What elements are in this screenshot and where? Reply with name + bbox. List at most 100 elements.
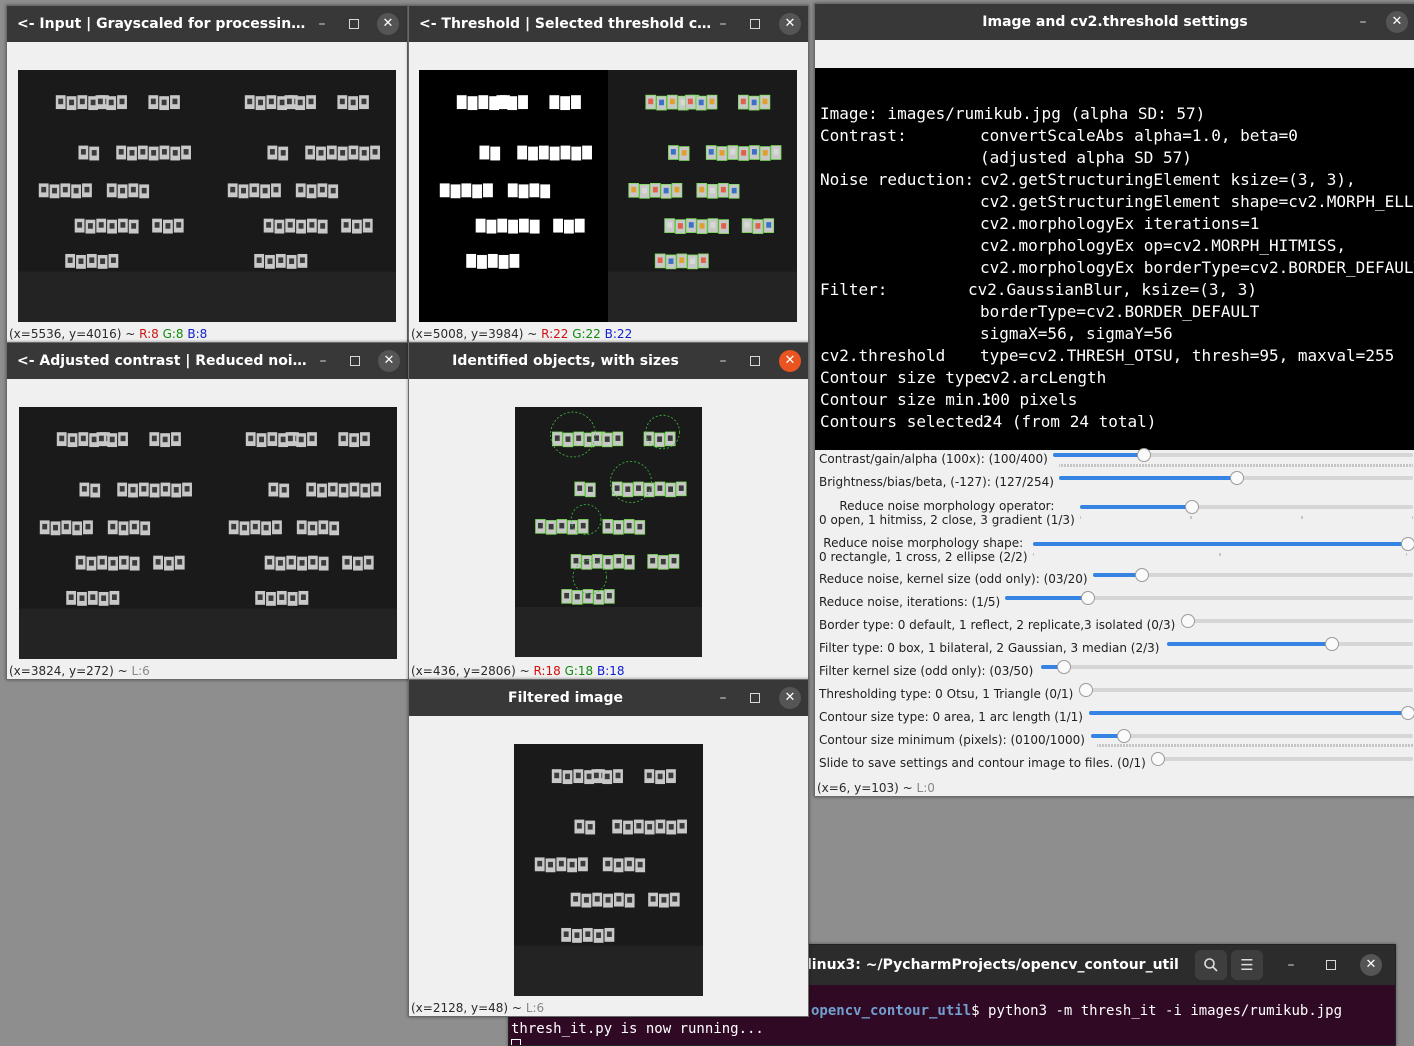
noise-value-5: cv2.morphologyEx borderType=cv2.BORDER_D…	[980, 258, 1414, 277]
cursor	[511, 1039, 521, 1045]
status-luminance: L:6	[131, 664, 150, 678]
trackbar-brightness[interactable]	[1059, 471, 1413, 485]
status-red: R:18	[533, 664, 561, 678]
trackbar-contour-size-type[interactable]	[1089, 706, 1414, 720]
status-coords: (x=436, y=2806) ~	[411, 664, 530, 678]
noise-value-1: cv2.getStructuringElement ksize=(3, 3),	[980, 170, 1356, 189]
window-title: <- Adjusted contrast | Reduced noise ->	[17, 353, 312, 369]
status-coords: (x=6, y=103) ~	[817, 781, 913, 795]
minimize-icon[interactable]: –	[714, 15, 732, 33]
slider-handle[interactable]	[1079, 683, 1093, 697]
maximize-icon[interactable]	[746, 689, 764, 707]
trackbar-filter-kernel[interactable]	[1041, 660, 1413, 674]
trackbar-contrast-label: Contrast/gain/alpha (100x): (100/400)	[819, 452, 1048, 466]
slider-handle[interactable]	[1057, 660, 1072, 674]
status-red: R:22	[541, 327, 569, 341]
status-green: G:18	[564, 664, 594, 678]
trackbar-save-label: Slide to save settings and contour image…	[819, 756, 1146, 770]
filtered-titlebar[interactable]: Filtered image – ✕	[409, 680, 808, 716]
threshold-image[interactable]	[419, 70, 797, 322]
minimize-icon[interactable]: –	[314, 352, 332, 370]
trackbar-ticks	[1033, 553, 1407, 556]
minimize-icon[interactable]: –	[714, 689, 732, 707]
filter-value-1: cv2.GaussianBlur, ksize=(3, 3)	[968, 280, 1257, 299]
maximize-icon[interactable]	[345, 15, 363, 33]
slider-handle[interactable]	[1080, 591, 1095, 605]
maximize-icon[interactable]	[1322, 956, 1340, 974]
grayscale-image[interactable]	[18, 70, 396, 322]
search-icon[interactable]	[1195, 950, 1227, 980]
slider-handle[interactable]	[1137, 448, 1151, 462]
trackbar-brightness-label: Brightness/bias/beta, (-127): (127/254)	[819, 475, 1054, 489]
close-icon[interactable]: ✕	[377, 13, 399, 35]
slider-handle[interactable]	[1117, 729, 1132, 743]
maximize-icon[interactable]	[746, 352, 764, 370]
minimize-icon[interactable]: –	[1354, 13, 1372, 31]
pixel-status: (x=5536, y=4016) ~ R:8 G:8 B:8	[9, 327, 207, 341]
trackbar-border-label: Border type: 0 default, 1 reflect, 2 rep…	[819, 618, 1176, 632]
settings-titlebar[interactable]: Image and cv2.threshold settings – ✕	[815, 4, 1414, 40]
contrast-titlebar[interactable]: <- Adjusted contrast | Reduced noise -> …	[7, 343, 408, 379]
status-coords: (x=3824, y=272) ~	[9, 664, 128, 678]
maximize-icon[interactable]	[346, 352, 364, 370]
slider-handle[interactable]	[1181, 614, 1195, 628]
slider-handle[interactable]	[1401, 537, 1414, 551]
contours-image[interactable]	[515, 407, 702, 657]
status-red: R:8	[139, 327, 159, 341]
label-line-2: 0 rectangle, 1 cross, 2 ellipse (2/2)	[819, 550, 1028, 564]
terminal-title: linux3: ~/PycharmProjects/opencv_contour…	[807, 957, 1179, 973]
pixel-status: (x=5008, y=3984) ~ R:22 G:22 B:22	[411, 327, 632, 341]
objects-titlebar[interactable]: Identified objects, with sizes – ✕	[409, 343, 808, 379]
contour-size-min-label: Contour size min.:	[820, 390, 994, 409]
contrast-value-2: (adjusted alpha SD 57)	[980, 148, 1192, 167]
minimize-icon[interactable]: –	[1282, 956, 1300, 974]
threshold-titlebar[interactable]: <- Threshold | Selected threshold cont..…	[409, 6, 808, 42]
contrast-window: <- Adjusted contrast | Reduced noise -> …	[6, 342, 409, 680]
close-icon[interactable]: ✕	[779, 350, 801, 372]
close-icon[interactable]: ✕	[1360, 954, 1382, 976]
trackbar-csize-type-label: Contour size type: 0 area, 1 arc length …	[819, 710, 1083, 724]
slider-handle[interactable]	[1185, 500, 1199, 514]
command-line: opencv_contour_util$ python3 -m thresh_i…	[811, 1003, 1342, 1019]
trackbar-noise-iterations[interactable]	[1005, 591, 1413, 605]
window-title: Image and cv2.threshold settings	[982, 14, 1248, 30]
trackbar-noise-kernel[interactable]	[1093, 568, 1413, 582]
contour-size-type-label: Contour size type:	[820, 368, 994, 387]
noise-value-4: cv2.morphologyEx op=cv2.MORPH_HITMISS,	[980, 236, 1347, 255]
noise-value-2: cv2.getStructuringElement shape=cv2.MORP…	[980, 192, 1414, 211]
trackbar-contour-size-min[interactable]	[1091, 729, 1413, 743]
close-icon[interactable]: ✕	[779, 13, 801, 35]
threshold-label: cv2.threshold	[820, 346, 946, 365]
slider-handle[interactable]	[1135, 568, 1149, 582]
trackbar-morph-shape[interactable]	[1033, 537, 1414, 551]
contrast-image[interactable]	[19, 407, 397, 659]
trackbar-border-type[interactable]	[1181, 614, 1413, 628]
slider-handle[interactable]	[1325, 637, 1339, 651]
label-line-1: Reduce noise morphology shape:	[823, 536, 1024, 550]
label-line-1: Reduce noise morphology operator:	[839, 499, 1055, 513]
slider-handle[interactable]	[1230, 471, 1244, 485]
status-blue: B:8	[187, 327, 208, 341]
trackbar-filter-type[interactable]	[1167, 637, 1413, 651]
status-coords: (x=5008, y=3984) ~	[411, 327, 538, 341]
contours-selected-value: 24 (from 24 total)	[983, 412, 1157, 431]
slider-handle[interactable]	[1401, 706, 1414, 720]
trackbar-morph-operator[interactable]	[1080, 500, 1413, 514]
close-icon[interactable]: ✕	[378, 350, 400, 372]
trackbar-csize-min-label: Contour size minimum (pixels): (0100/100…	[819, 733, 1085, 747]
trackbar-save[interactable]	[1151, 752, 1413, 766]
close-icon[interactable]: ✕	[779, 687, 801, 709]
filtered-image[interactable]	[514, 744, 703, 996]
trackbar-contrast[interactable]	[1053, 448, 1413, 462]
minimize-icon[interactable]: –	[714, 352, 732, 370]
prompt-symbol: $	[971, 1003, 980, 1019]
minimize-icon[interactable]: –	[313, 15, 331, 33]
input-titlebar[interactable]: <- Input | Grayscaled for processing -> …	[7, 6, 407, 42]
trackbar-threshold-type[interactable]	[1079, 683, 1413, 697]
status-coords: (x=5536, y=4016) ~	[9, 327, 136, 341]
hamburger-menu-icon[interactable]: ☰	[1231, 950, 1263, 980]
status-coords: (x=2128, y=48) ~	[411, 1001, 522, 1015]
maximize-icon[interactable]	[746, 15, 764, 33]
close-icon[interactable]: ✕	[1386, 11, 1408, 33]
slider-handle[interactable]	[1151, 752, 1165, 766]
